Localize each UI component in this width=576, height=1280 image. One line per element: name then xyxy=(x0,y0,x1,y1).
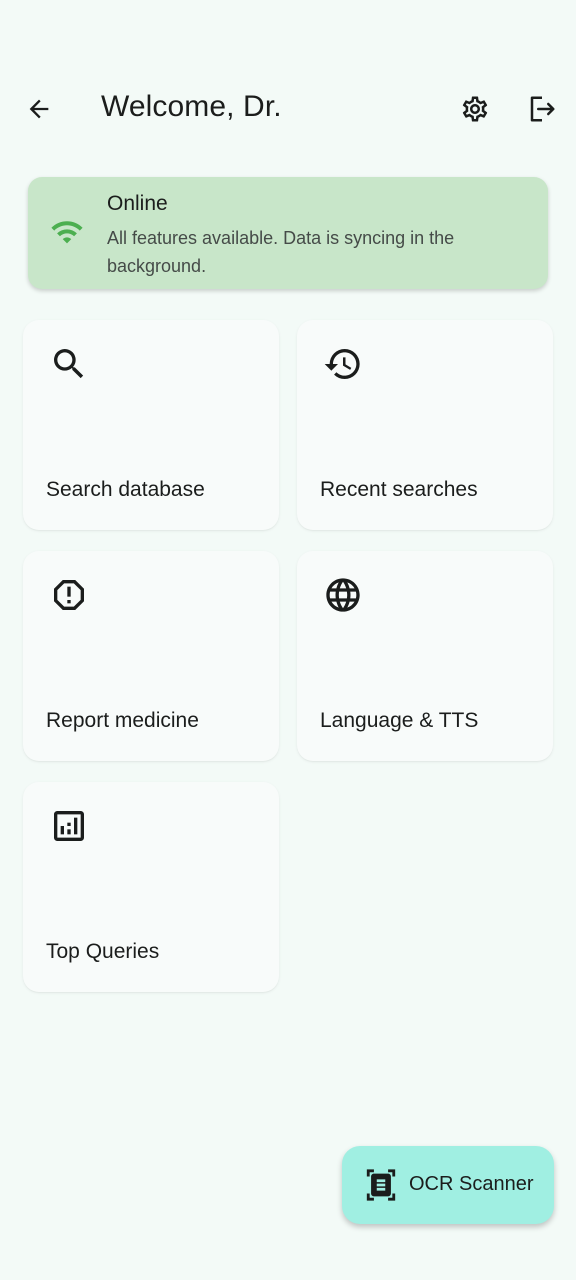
page-title: Welcome, Dr. xyxy=(101,90,282,123)
globe-icon xyxy=(326,578,360,612)
tile-label: Top Queries xyxy=(46,940,160,963)
report-icon xyxy=(54,580,84,610)
gear-icon xyxy=(462,96,488,122)
tile-label: Language & TTS xyxy=(320,709,479,732)
settings-button[interactable] xyxy=(451,85,499,133)
fab-label: OCR Scanner xyxy=(409,1173,534,1195)
tile-label: Search database xyxy=(46,478,205,501)
tile-recent-searches[interactable]: Recent searches xyxy=(297,320,553,530)
logout-button[interactable] xyxy=(518,85,566,133)
status-title: Online xyxy=(107,192,168,215)
tile-search-database[interactable]: Search database xyxy=(23,320,279,530)
app-bar: Welcome, Dr. xyxy=(0,72,576,146)
tile-language-tts[interactable]: Language & TTS xyxy=(297,551,553,761)
back-button[interactable] xyxy=(15,85,63,133)
tile-report-medicine[interactable]: Report medicine xyxy=(23,551,279,761)
logout-icon xyxy=(530,96,555,122)
wifi-icon xyxy=(51,221,83,244)
connection-status-card: Online All features available. Data is s… xyxy=(28,177,548,289)
document-scanner-icon xyxy=(366,1169,396,1201)
tile-label: Recent searches xyxy=(320,478,478,501)
history-icon xyxy=(324,349,360,379)
back-arrow-icon xyxy=(29,99,49,119)
search-icon xyxy=(54,349,84,379)
analytics-icon xyxy=(54,811,84,841)
tile-top-queries[interactable]: Top Queries xyxy=(23,782,279,992)
ocr-scanner-button[interactable]: OCR Scanner xyxy=(342,1146,554,1224)
tile-label: Report medicine xyxy=(46,709,199,732)
status-message: All features available. Data is syncing … xyxy=(107,228,455,276)
